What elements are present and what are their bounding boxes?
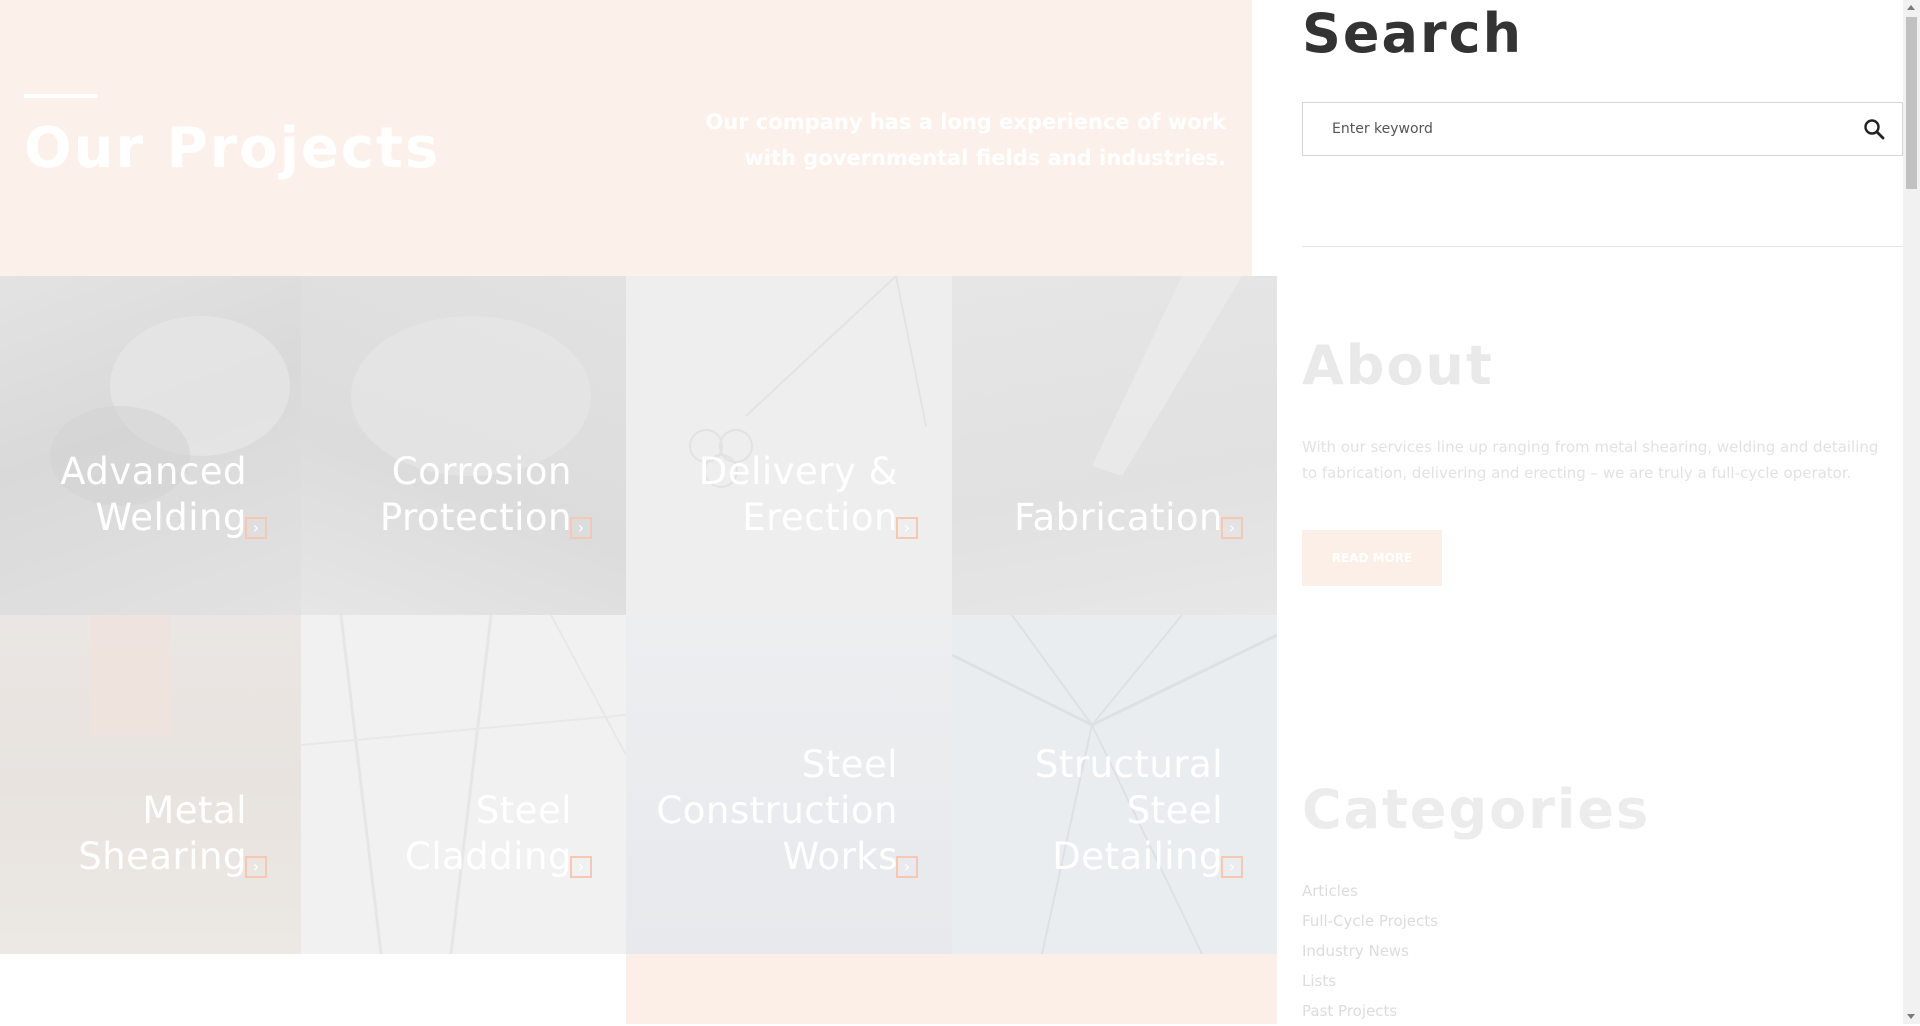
- project-title: Steel Cladding: [405, 789, 572, 878]
- project-title: Structural Steel Detailing: [1034, 743, 1223, 878]
- project-tile-steel-construction-works[interactable]: Steel Construction Works ›: [626, 615, 952, 954]
- shearing-photo: [90, 615, 170, 735]
- category-link[interactable]: Full-Cycle Projects: [1302, 906, 1438, 936]
- chevron-right-icon[interactable]: ›: [1221, 856, 1243, 878]
- read-more-button[interactable]: READ MORE: [1302, 530, 1442, 586]
- category-list: Articles Full-Cycle Projects Industry Ne…: [1302, 876, 1438, 1026]
- hero-accent-line: [24, 94, 98, 98]
- cladding-photo: [301, 615, 626, 954]
- sidebar-divider: [1302, 246, 1903, 247]
- project-title: Steel Construction Works: [656, 743, 898, 878]
- chevron-right-icon[interactable]: ›: [570, 517, 592, 539]
- project-tile-steel-cladding[interactable]: Steel Cladding ›: [301, 615, 626, 954]
- project-tile-advanced-welding[interactable]: Advanced Welding ›: [0, 276, 301, 615]
- scrollbar-thumb[interactable]: [1906, 17, 1917, 189]
- projects-grid: Advanced Welding › Corrosion Protection …: [0, 276, 1277, 954]
- about-text: With our services line up ranging from m…: [1302, 438, 1879, 482]
- project-title: Corrosion Protection: [379, 450, 572, 539]
- category-link[interactable]: Lists: [1302, 966, 1438, 996]
- category-link[interactable]: Industry News: [1302, 936, 1438, 966]
- hero-description: Our company has a long experience of wor…: [626, 104, 1226, 176]
- chevron-right-icon[interactable]: ›: [245, 517, 267, 539]
- project-title: Fabrication: [1014, 496, 1223, 539]
- page-title: Our Projects: [24, 116, 441, 181]
- project-tile-delivery-erection[interactable]: Delivery & Erection ›: [626, 276, 952, 615]
- page-scrollbar[interactable]: [1903, 0, 1920, 1024]
- search-icon: [1864, 119, 1885, 140]
- search-form: [1302, 102, 1903, 156]
- scroll-up-arrow-icon[interactable]: [1907, 5, 1915, 10]
- corrosion-photo: [351, 316, 591, 476]
- search-input[interactable]: [1303, 103, 1843, 155]
- category-link[interactable]: Articles: [1302, 876, 1438, 906]
- chevron-right-icon[interactable]: ›: [896, 856, 918, 878]
- project-tile-fabrication[interactable]: Fabrication ›: [952, 276, 1277, 615]
- chevron-right-icon[interactable]: ›: [1221, 517, 1243, 539]
- welding-photo: [50, 316, 290, 506]
- project-title: Advanced Welding: [60, 450, 247, 539]
- category-link[interactable]: Past Projects: [1302, 996, 1438, 1026]
- project-title: Delivery & Erection: [698, 450, 898, 539]
- about-widget-title: About: [1302, 334, 1494, 397]
- project-title: Metal Shearing: [78, 789, 247, 878]
- chevron-right-icon[interactable]: ›: [245, 856, 267, 878]
- fabrication-photo: [1092, 276, 1242, 476]
- chevron-right-icon[interactable]: ›: [570, 856, 592, 878]
- hero-description-line: with governmental fields and industries.: [744, 146, 1226, 170]
- projects-hero: Our Projects Our company has a long expe…: [0, 0, 1252, 276]
- chevron-right-icon[interactable]: ›: [896, 517, 918, 539]
- search-widget-title: Search: [1302, 2, 1524, 65]
- search-button[interactable]: [1856, 111, 1894, 149]
- hero-description-line: Our company has a long experience of wor…: [705, 110, 1226, 134]
- next-project-preview: [626, 954, 1277, 1024]
- project-tile-structural-steel-detailing[interactable]: Structural Steel Detailing ›: [952, 615, 1277, 954]
- scroll-down-arrow-icon[interactable]: [1907, 1014, 1915, 1019]
- delivery-photo: [689, 276, 927, 488]
- project-tile-metal-shearing[interactable]: Metal Shearing ›: [0, 615, 301, 954]
- project-tile-corrosion-protection[interactable]: Corrosion Protection ›: [301, 276, 626, 615]
- categories-widget-title: Categories: [1302, 778, 1651, 841]
